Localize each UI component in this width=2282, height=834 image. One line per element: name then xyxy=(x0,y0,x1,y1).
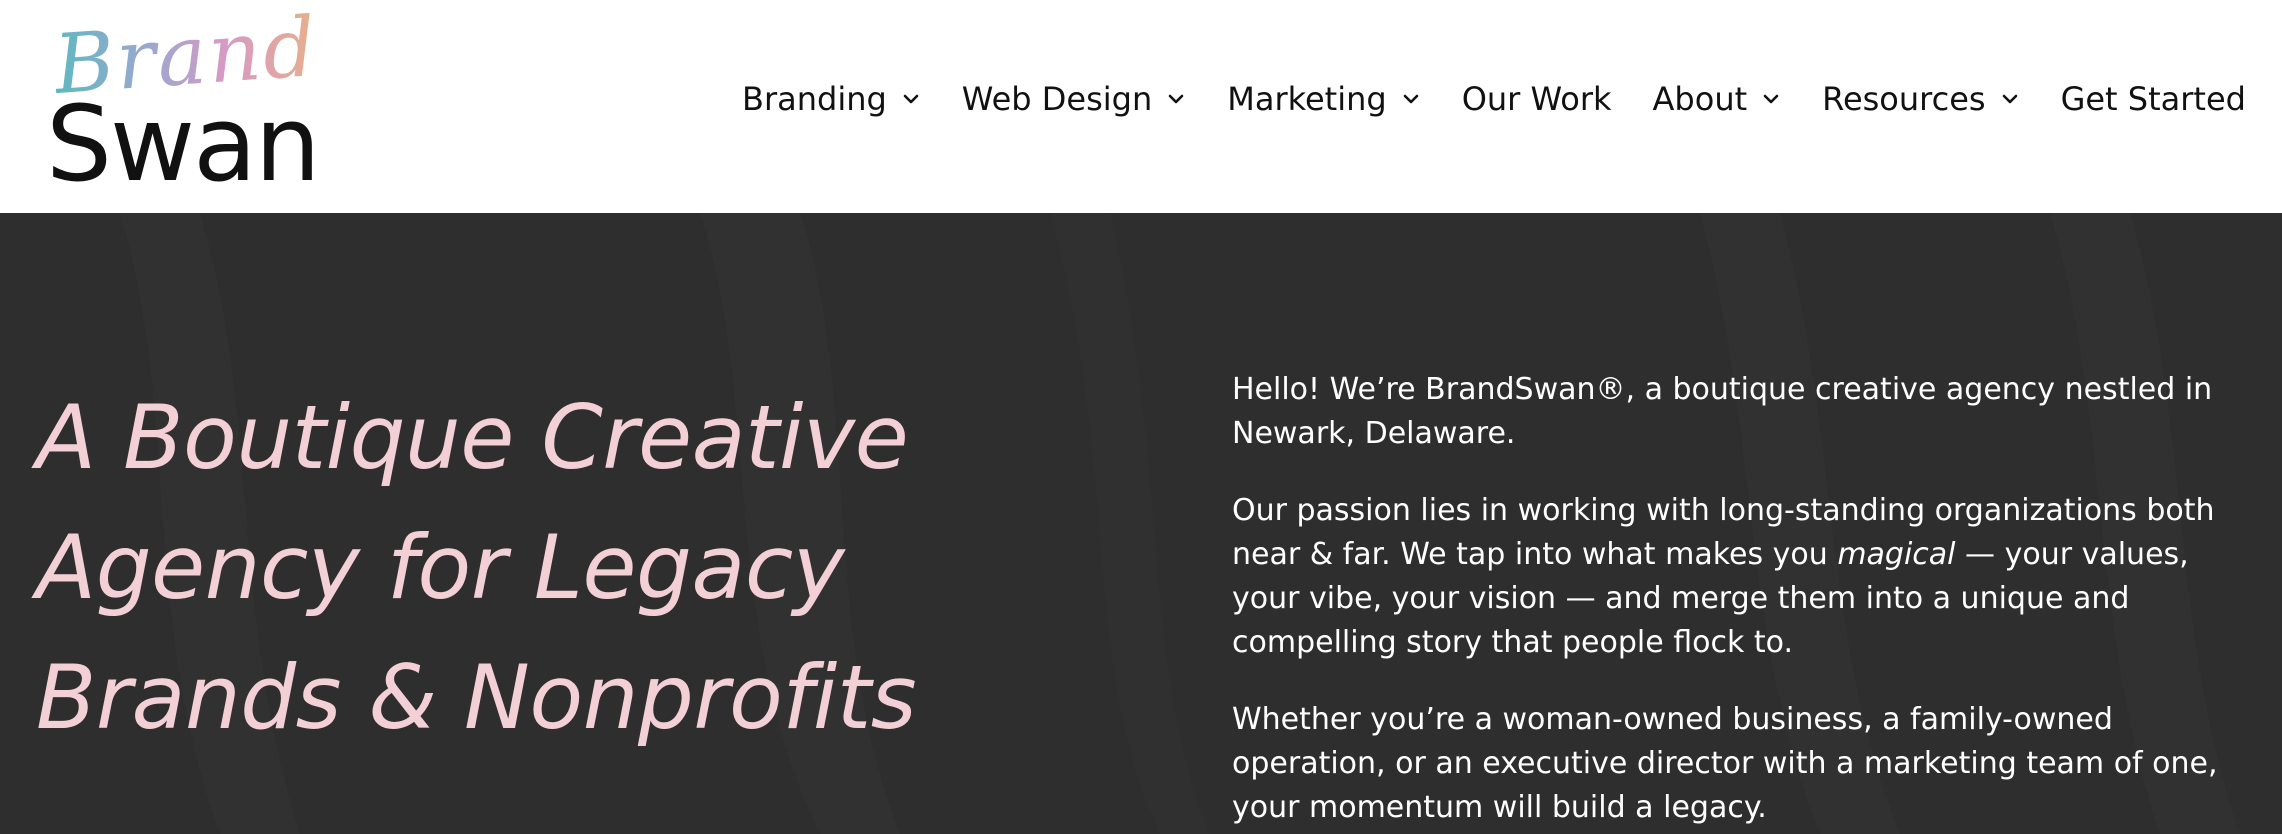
site-header: Brand Swan Branding Web Design Marketing… xyxy=(0,0,2282,213)
chevron-down-icon xyxy=(903,94,919,104)
hero-intro-copy: Hello! We’re BrandSwan®, a boutique crea… xyxy=(1232,368,2252,834)
passion-paragraph: Our passion lies in working with long-st… xyxy=(1232,489,2252,665)
nav-item-branding[interactable]: Branding xyxy=(742,80,921,118)
nav-label: Marketing xyxy=(1227,80,1387,118)
hero-headline-line: Agency for Legacy xyxy=(36,516,845,619)
nav-item-resources[interactable]: Resources xyxy=(1822,80,2019,118)
brandswan-logo[interactable]: Brand Swan xyxy=(40,0,330,196)
nav-label: Resources xyxy=(1822,80,1986,118)
nav-item-get-started[interactable]: Get Started xyxy=(2061,80,2246,118)
chevron-down-icon xyxy=(1403,94,1419,104)
nav-item-web-design[interactable]: Web Design xyxy=(962,80,1186,118)
chevron-down-icon xyxy=(1763,94,1779,104)
nav-label: Get Started xyxy=(2060,80,2246,118)
nav-item-about[interactable]: About xyxy=(1653,80,1782,118)
passion-emphasis: magical xyxy=(1837,537,1956,572)
intro-paragraph: Hello! We’re BrandSwan®, a boutique crea… xyxy=(1232,372,2213,451)
hero-section: A Boutique Creative Agency for Legacy Br… xyxy=(0,213,2282,834)
chevron-down-icon xyxy=(2002,94,2017,104)
hero-headline: A Boutique Creative Agency for Legacy Br… xyxy=(36,373,1116,763)
nav-label: Branding xyxy=(742,80,887,118)
nav-label: Web Design xyxy=(961,80,1153,118)
hero-headline-line: A Boutique Creative xyxy=(36,386,909,489)
nav-label: Our Work xyxy=(1461,80,1612,118)
hero-headline-line: Brands & Nonprofits xyxy=(36,646,917,749)
nav-label: About xyxy=(1652,80,1748,118)
chevron-down-icon xyxy=(1168,94,1184,104)
nav-item-our-work[interactable]: Our Work xyxy=(1462,80,1612,118)
audience-paragraph: Whether you’re a woman-owned business, a… xyxy=(1232,702,2218,825)
logo-wordmark: Swan xyxy=(46,83,321,205)
main-nav: Branding Web Design Marketing Our Work A… xyxy=(742,76,2246,122)
nav-item-marketing[interactable]: Marketing xyxy=(1227,80,1420,118)
